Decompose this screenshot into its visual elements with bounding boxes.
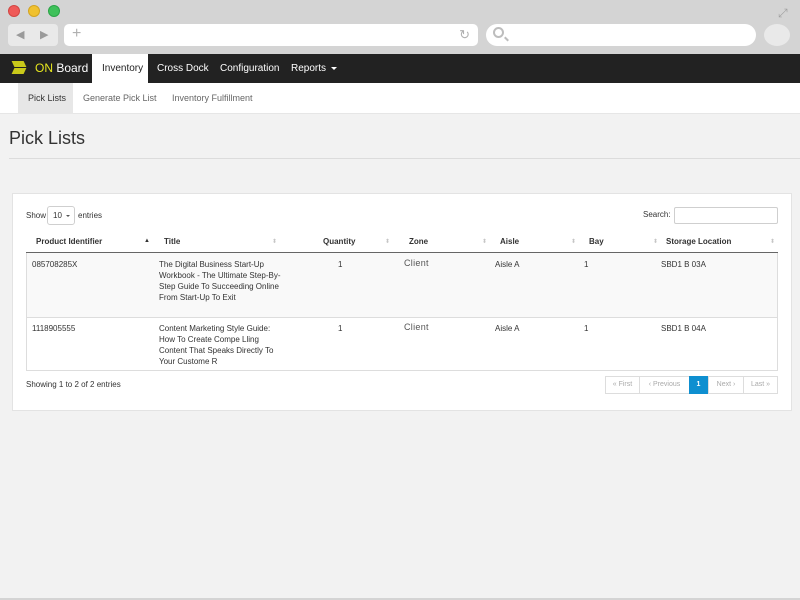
col-zone[interactable]: Zone — [409, 237, 428, 246]
cell-bay: 1 — [584, 260, 589, 269]
col-storage-location[interactable]: Storage Location — [666, 237, 731, 246]
nav-inventory[interactable]: Inventory — [92, 54, 148, 83]
sub-navbar: Pick Lists Generate Pick List Inventory … — [0, 83, 800, 114]
cell-aisle: Aisle A — [495, 324, 520, 333]
sort-icon[interactable]: ⬍ — [571, 238, 576, 245]
cell-bay: 1 — [584, 324, 589, 333]
nav-reports[interactable]: Reports — [291, 54, 338, 83]
address-bar[interactable]: + ↻ — [64, 24, 478, 46]
search-icon — [493, 27, 504, 38]
show-label: Show — [26, 211, 47, 220]
expand-icon[interactable]: ⤢ — [778, 6, 792, 20]
subnav-inventory-fulfillment[interactable]: Inventory Fulfillment — [172, 83, 253, 114]
subnav-generate-pick-list[interactable]: Generate Pick List — [83, 83, 157, 114]
minimize-window-button[interactable] — [28, 5, 40, 17]
nav-inventory-label: Inventory — [102, 63, 144, 74]
cell-aisle: Aisle A — [495, 260, 520, 269]
table-row[interactable]: 085708285X The Digital Business Start-Up… — [26, 253, 778, 318]
col-product-identifier[interactable]: Product Identifier — [36, 237, 102, 246]
cell-product-identifier: 1118905555 — [32, 324, 76, 333]
top-navbar: ON Board Inventory Cross Dock Configurat… — [0, 54, 800, 83]
sort-asc-icon[interactable]: ▲ — [144, 238, 150, 244]
sort-icon[interactable]: ⬍ — [482, 238, 487, 245]
brand-on: ON — [35, 61, 53, 75]
cell-quantity: 1 — [338, 260, 343, 269]
brand-name: Board — [53, 61, 89, 75]
forward-icon[interactable]: ▶ — [40, 28, 48, 41]
page-length-value: 10 — [53, 211, 62, 220]
table-row[interactable]: 1118905555 Content Marketing Style Guide… — [26, 318, 778, 371]
nav-configuration-label: Configuration — [220, 63, 280, 74]
cell-product-identifier: 085708285X — [32, 260, 78, 269]
col-quantity[interactable]: Quantity — [323, 237, 355, 246]
entries-label: entries — [78, 211, 103, 220]
history-nav: ◀ ▶ — [8, 24, 58, 46]
sort-icon[interactable]: ⬍ — [653, 238, 658, 245]
browser-menu-button[interactable] — [764, 24, 790, 46]
page-last-button[interactable]: Last » — [743, 376, 778, 394]
maximize-window-button[interactable] — [48, 5, 60, 17]
nav-configuration[interactable]: Configuration — [220, 54, 279, 83]
subnav-pick-lists[interactable]: Pick Lists — [18, 83, 73, 114]
sort-icon[interactable]: ⬍ — [385, 238, 390, 245]
back-icon[interactable]: ◀ — [16, 28, 24, 41]
cell-storage-location: SBD1 B 03A — [661, 260, 706, 269]
logo-icon — [11, 61, 27, 75]
cell-zone: Client — [404, 258, 429, 268]
page-first-button[interactable]: « First — [605, 376, 640, 394]
caret-down-icon — [331, 66, 338, 70]
page-length-select[interactable]: 10 — [47, 206, 75, 225]
page-previous-button[interactable]: ‹ Previous — [639, 376, 690, 394]
sort-icon[interactable]: ⬍ — [770, 238, 775, 245]
table-info: Showing 1 to 2 of 2 entries — [26, 380, 121, 389]
browser-chrome: ◀ ▶ + ↻ ⤢ — [0, 0, 800, 54]
sort-icon[interactable]: ⬍ — [272, 238, 277, 245]
page-title: Pick Lists — [9, 128, 86, 148]
col-title[interactable]: Title — [164, 237, 180, 246]
browser-search-bar[interactable] — [486, 24, 756, 46]
col-bay[interactable]: Bay — [589, 237, 604, 246]
divider — [9, 158, 800, 159]
close-window-button[interactable] — [8, 5, 20, 17]
page-1-button[interactable]: 1 — [689, 376, 708, 394]
table-search-input[interactable] — [674, 207, 778, 224]
cell-title: The Digital Business Start-Up Workbook -… — [159, 260, 281, 302]
cell-zone: Client — [404, 322, 429, 332]
nav-reports-label: Reports — [291, 63, 327, 74]
plus-icon[interactable]: + — [72, 25, 81, 43]
col-aisle[interactable]: Aisle — [500, 237, 519, 246]
search-label: Search: — [643, 210, 671, 219]
chevron-down-icon — [66, 215, 70, 217]
cell-quantity: 1 — [338, 324, 343, 333]
cell-storage-location: SBD1 B 04A — [661, 324, 706, 333]
nav-cross-dock[interactable]: Cross Dock — [157, 54, 209, 83]
brand[interactable]: ON Board — [35, 61, 88, 75]
nav-cross-dock-label: Cross Dock — [157, 63, 209, 74]
reload-icon[interactable]: ↻ — [459, 27, 470, 43]
page-next-button[interactable]: Next › — [708, 376, 744, 394]
cell-title: Content Marketing Style Guide: How To Cr… — [159, 324, 274, 366]
